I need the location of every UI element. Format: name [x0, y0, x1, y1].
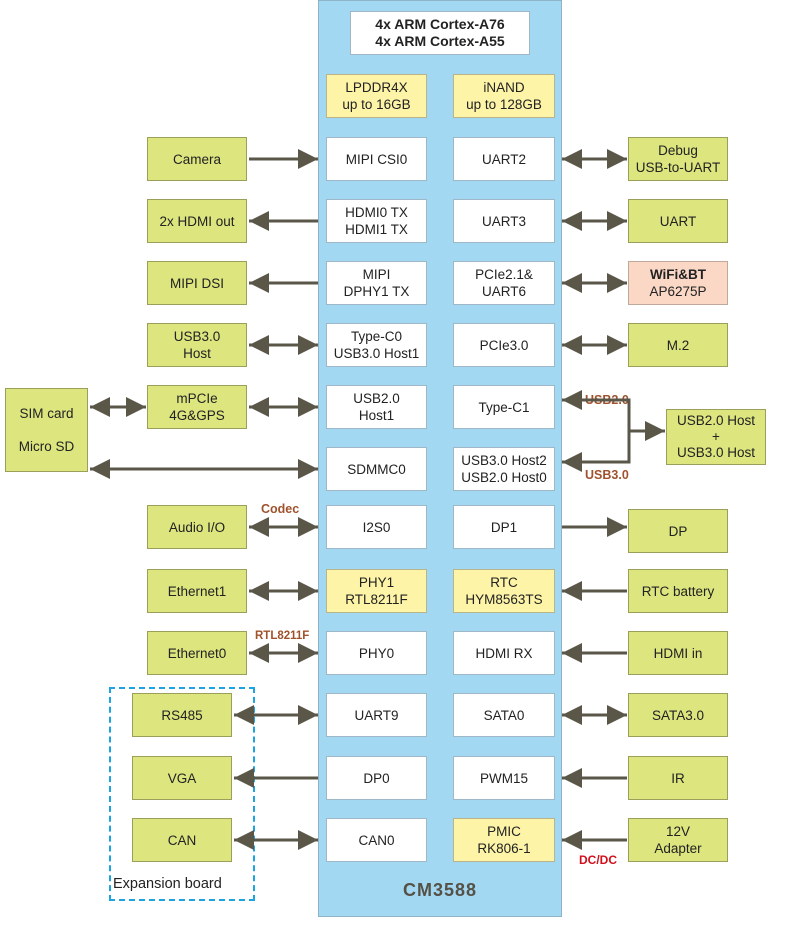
arrow-2x-hdmi-out-arrowhead-left — [249, 211, 269, 231]
arrow-vga-arrowhead-left — [234, 768, 254, 788]
arrow-ethernet1-arrowhead-right — [298, 581, 318, 601]
arrow-audio-i-o-arrowhead-right — [298, 517, 318, 537]
arrow-m-2-arrowhead-left — [562, 335, 582, 355]
arrow-sata3-0-arrowhead-right — [607, 705, 627, 725]
connection-arrows — [90, 149, 665, 850]
arrow-ir-arrowhead-left — [562, 768, 582, 788]
arrow-wifi-bt-ap6275p-arrowhead-left — [562, 273, 582, 293]
arrow-microsd-sdmmc-arrowhead-right — [298, 459, 318, 479]
arrow-mpcie-4g-gps-arrowhead-right — [298, 397, 318, 417]
arrow-uart-arrowhead-right — [607, 211, 627, 231]
arrow-can-arrowhead-left — [234, 830, 254, 850]
arrow-sim-mpcie-arrowhead-right — [126, 397, 146, 417]
arrow-mpcie-4g-gps-arrowhead-left — [249, 397, 269, 417]
arrow-debug-usb-to-uart-arrowhead-right — [607, 149, 627, 169]
arrow-12v-adapter-arrowhead-left — [562, 830, 582, 850]
arrow-camera-arrowhead-right — [298, 149, 318, 169]
arrow-rs485-arrowhead-right — [298, 705, 318, 725]
arrow-hdmi-in-arrowhead-left — [562, 643, 582, 663]
arrow-debug-usb-to-uart-arrowhead-left — [562, 149, 582, 169]
arrow-audio-i-o-arrowhead-left — [249, 517, 269, 537]
arrow-dp-arrowhead-right — [607, 517, 627, 537]
arrow-usb3-0-host-arrowhead-left — [249, 335, 269, 355]
arrow-ethernet1-arrowhead-left — [249, 581, 269, 601]
arrow-sata3-0-arrowhead-left — [562, 705, 582, 725]
usb2-arrowhead — [562, 390, 582, 410]
arrow-usb3-0-host-arrowhead-right — [298, 335, 318, 355]
arrow-can-arrowhead-right — [298, 830, 318, 850]
arrow-m-2-arrowhead-right — [607, 335, 627, 355]
arrow-rtc-battery-arrowhead-left — [562, 581, 582, 601]
arrow-uart-arrowhead-left — [562, 211, 582, 231]
usb-host-arrowhead — [645, 421, 665, 441]
arrow-microsd-sdmmc-arrowhead-left — [90, 459, 110, 479]
arrow-ethernet0-arrowhead-right — [298, 643, 318, 663]
usb3-arrowhead — [562, 452, 582, 472]
arrow-ethernet0-arrowhead-left — [249, 643, 269, 663]
arrow-sim-mpcie-arrowhead-left — [90, 397, 110, 417]
arrow-rs485-arrowhead-left — [234, 705, 254, 725]
arrow-wifi-bt-ap6275p-arrowhead-right — [607, 273, 627, 293]
arrow-mipi-dsi-arrowhead-left — [249, 273, 269, 293]
